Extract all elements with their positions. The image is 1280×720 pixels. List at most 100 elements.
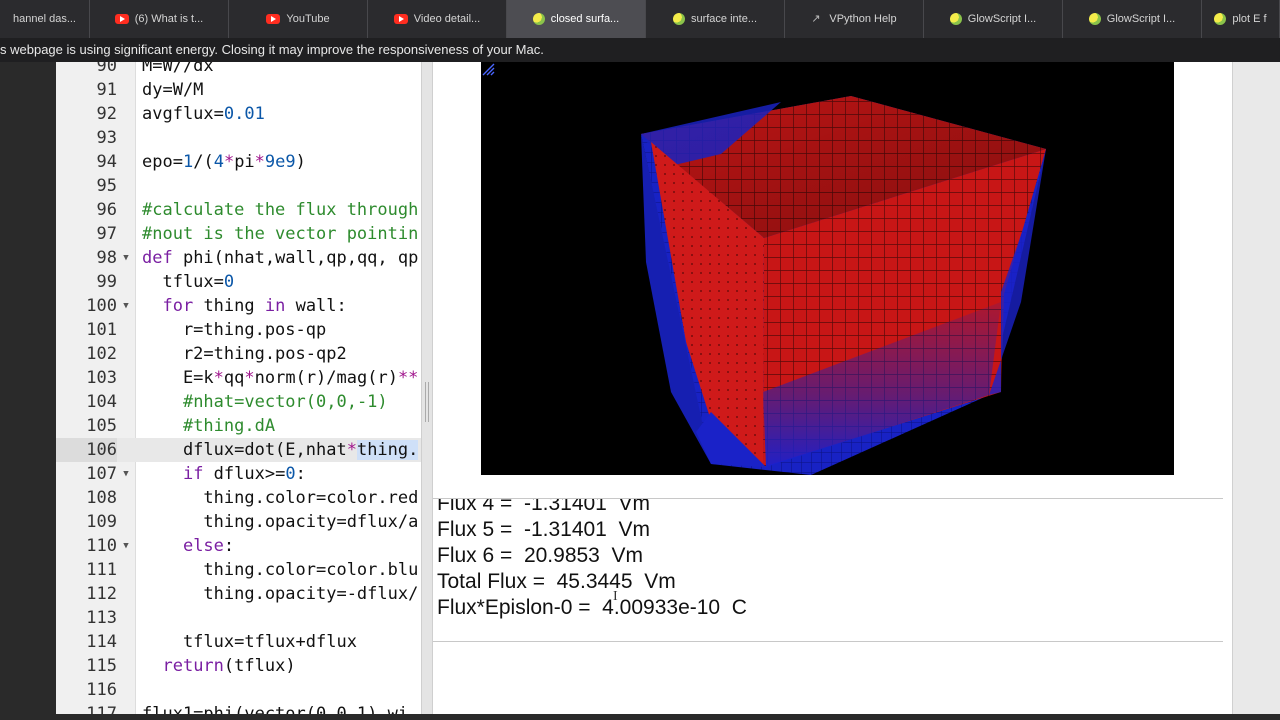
- line-number: 99: [96, 272, 117, 292]
- browser-tab[interactable]: closed surfa...: [507, 0, 646, 38]
- code-line[interactable]: 98 ▼ def phi(nhat,wall,qp,qq, qp: [56, 246, 421, 270]
- code-text[interactable]: dy=W/M: [142, 78, 203, 102]
- line-number: 100: [86, 296, 117, 316]
- code-text[interactable]: dflux=dot(E,nhat*thing.: [142, 438, 419, 462]
- code-text[interactable]: for thing in wall:: [142, 294, 346, 318]
- code-line[interactable]: 101 r=thing.pos-qp: [56, 318, 421, 342]
- code-line[interactable]: 96 #calculate the flux through: [56, 198, 421, 222]
- code-line[interactable]: 94 epo=1/(4*pi*9e9): [56, 150, 421, 174]
- line-number: 108: [86, 488, 117, 508]
- fold-arrow-icon[interactable]: ▼: [120, 534, 132, 558]
- code-line[interactable]: 95: [56, 174, 421, 198]
- code-text[interactable]: M=W//dx: [142, 62, 214, 78]
- code-line[interactable]: 106 dflux=dot(E,nhat*thing.: [56, 438, 421, 462]
- pane-splitter[interactable]: [421, 62, 433, 720]
- code-text[interactable]: else:: [142, 534, 234, 558]
- code-text[interactable]: r=thing.pos-qp: [142, 318, 326, 342]
- line-number: 109: [86, 512, 117, 532]
- glowscript-page: 90 M=W//dx 91 dy=W/M 92 avgflux=0.01 93 94 epo=1…: [0, 62, 1280, 720]
- browser-tab[interactable]: (6) What is t...: [90, 0, 229, 38]
- code-line[interactable]: 108 thing.color=color.red: [56, 486, 421, 510]
- line-number: 95: [96, 176, 117, 196]
- code-line[interactable]: 109 thing.opacity=dflux/a: [56, 510, 421, 534]
- code-text[interactable]: def phi(nhat,wall,qp,qq, qp: [142, 246, 418, 270]
- fold-arrow-icon[interactable]: ▼: [120, 462, 132, 486]
- tab-label: YouTube: [286, 13, 330, 25]
- line-number: 107: [86, 464, 117, 484]
- line-number: 91: [96, 80, 117, 100]
- code-text[interactable]: return(tflux): [142, 654, 295, 678]
- browser-tab[interactable]: Video detail...: [368, 0, 507, 38]
- code-text[interactable]: #nhat=vector(0,0,-1): [142, 390, 388, 414]
- code-line[interactable]: 99 tflux=0: [56, 270, 421, 294]
- code-line[interactable]: 115 return(tflux): [56, 654, 421, 678]
- console-line: Flux 5 = -1.31401 Vm: [437, 518, 651, 541]
- code-line[interactable]: 116: [56, 678, 421, 702]
- browser-tab[interactable]: hannel das...: [0, 0, 90, 38]
- code-line[interactable]: 111 thing.color=color.blu: [56, 558, 421, 582]
- code-line[interactable]: 105 #thing.dA: [56, 414, 421, 438]
- line-number: 106: [56, 438, 117, 462]
- fold-arrow-icon[interactable]: ▼: [120, 294, 132, 318]
- code-line[interactable]: 107 ▼ if dflux>=0:: [56, 462, 421, 486]
- fold-arrow-icon[interactable]: ▼: [120, 246, 132, 270]
- code-text[interactable]: tflux=tflux+dflux: [142, 630, 357, 654]
- line-number: 92: [96, 104, 117, 124]
- code-text[interactable]: epo=1/(4*pi*9e9): [142, 150, 306, 174]
- code-text[interactable]: avgflux=0.01: [142, 102, 265, 126]
- tab-label: GlowScript I...: [1106, 13, 1176, 25]
- line-number: 97: [96, 224, 117, 244]
- code-text[interactable]: thing.opacity=-dflux/: [142, 582, 418, 606]
- tab-label: (6) What is t...: [134, 13, 204, 25]
- tab-label: surface inte...: [690, 13, 758, 25]
- code-line[interactable]: 104 #nhat=vector(0,0,-1): [56, 390, 421, 414]
- vpython-icon: ↗: [811, 13, 821, 25]
- code-line[interactable]: 110 ▼ else:: [56, 534, 421, 558]
- bottom-edge: [0, 714, 1280, 720]
- energy-warning-text: s webpage is using significant energy. C…: [0, 42, 544, 57]
- code-line[interactable]: 91 dy=W/M: [56, 78, 421, 102]
- print-output-console: Flux 4 = -1.31401 Vm Flux 5 = -1.31401 Vm…: [433, 498, 1223, 642]
- code-line[interactable]: 90 M=W//dx: [56, 62, 421, 78]
- line-number: 113: [86, 608, 117, 628]
- code-text[interactable]: #thing.dA: [142, 414, 275, 438]
- code-line[interactable]: 92 avgflux=0.01: [56, 102, 421, 126]
- cube-flux-render: [641, 96, 1046, 475]
- code-text[interactable]: E=k*qq*norm(r)/mag(r)**: [142, 366, 418, 390]
- tab-label: closed surfa...: [550, 13, 620, 25]
- code-text[interactable]: thing.color=color.blu: [142, 558, 418, 582]
- browser-tab[interactable]: GlowScript I...: [1063, 0, 1202, 38]
- code-text[interactable]: tflux=0: [142, 270, 234, 294]
- code-line[interactable]: 102 r2=thing.pos-qp2: [56, 342, 421, 366]
- tab-label: GlowScript I...: [967, 13, 1037, 25]
- browser-tab[interactable]: surface inte...: [646, 0, 785, 38]
- browser-tab[interactable]: GlowScript I...: [924, 0, 1063, 38]
- code-text[interactable]: thing.opacity=dflux/a: [142, 510, 418, 534]
- splitter-grip[interactable]: [425, 382, 429, 422]
- code-text[interactable]: thing.color=color.red: [142, 486, 418, 510]
- browser-tab[interactable]: plot E f: [1202, 0, 1280, 38]
- code-editor[interactable]: 90 M=W//dx 91 dy=W/M 92 avgflux=0.01 93 94 epo=1…: [56, 62, 421, 720]
- code-line[interactable]: 103 E=k*qq*norm(r)/mag(r)**: [56, 366, 421, 390]
- browser-tab[interactable]: ↗ VPython Help: [785, 0, 924, 38]
- code-line[interactable]: 97 #nout is the vector pointin: [56, 222, 421, 246]
- code-text[interactable]: if dflux>=0:: [142, 462, 306, 486]
- code-line[interactable]: 114 tflux=tflux+dflux: [56, 630, 421, 654]
- line-number: 93: [96, 128, 117, 148]
- browser-tab[interactable]: YouTube: [229, 0, 368, 38]
- code-text[interactable]: r2=thing.pos-qp2: [142, 342, 347, 366]
- code-line[interactable]: 113: [56, 606, 421, 630]
- right-margin: [1232, 62, 1280, 720]
- resize-handle-icon[interactable]: [481, 62, 495, 76]
- code-line[interactable]: 100 ▼ for thing in wall:: [56, 294, 421, 318]
- youtube-icon: [266, 14, 281, 24]
- tab-label: plot E f: [1232, 13, 1267, 25]
- code-text[interactable]: #calculate the flux through: [142, 198, 418, 222]
- line-number: 104: [86, 392, 117, 412]
- line-number: 103: [86, 368, 117, 388]
- code-line[interactable]: 112 thing.opacity=-dflux/: [56, 582, 421, 606]
- 3d-scene-canvas[interactable]: [481, 62, 1174, 475]
- tab-label: VPython Help: [829, 13, 897, 25]
- code-text[interactable]: #nout is the vector pointin: [142, 222, 418, 246]
- code-line[interactable]: 93: [56, 126, 421, 150]
